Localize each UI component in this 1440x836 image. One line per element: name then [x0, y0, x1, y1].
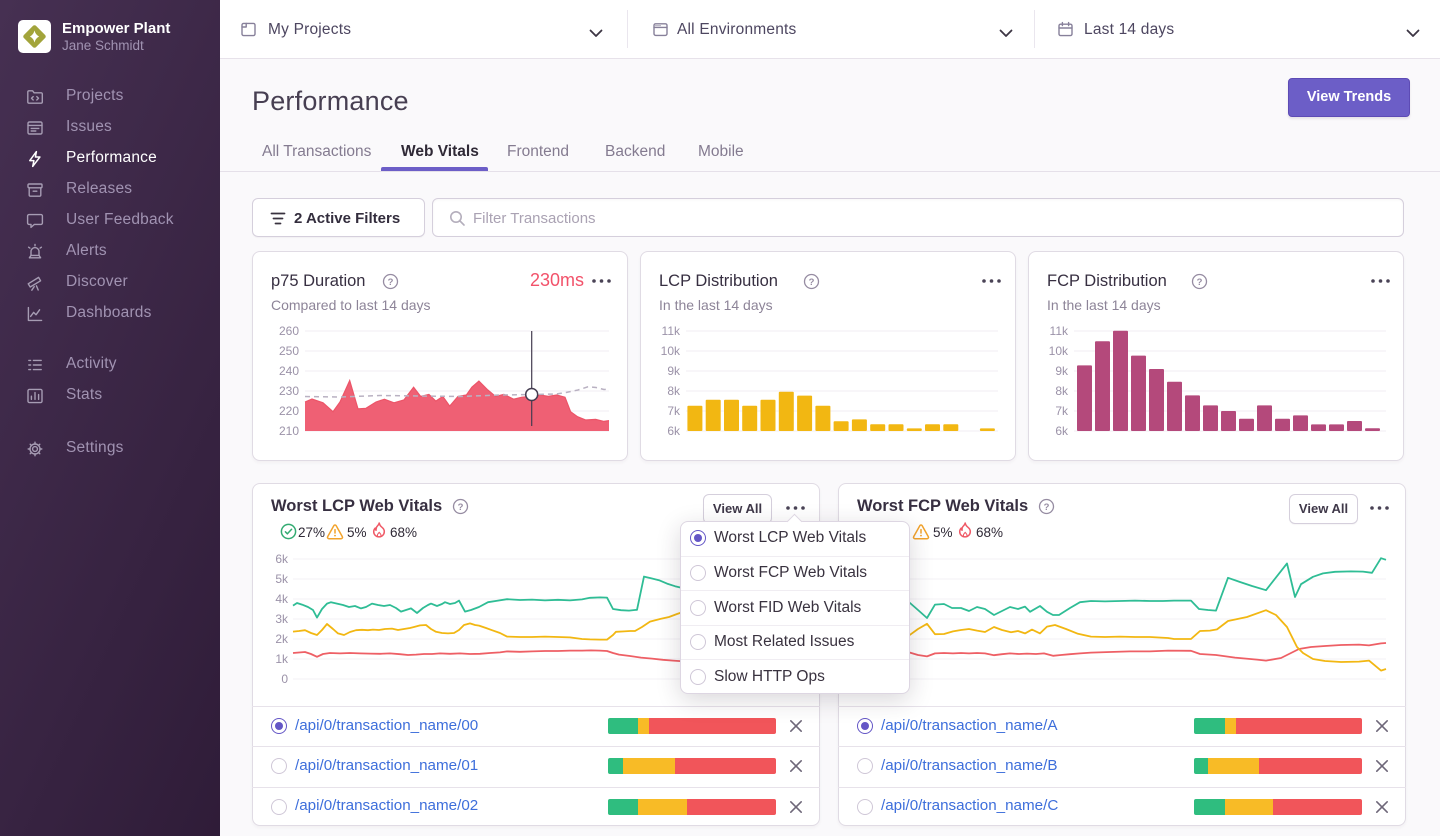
svg-text:7k: 7k	[667, 404, 681, 418]
svg-text:220: 220	[279, 404, 299, 418]
svg-text:6k: 6k	[275, 552, 289, 566]
svg-text:7k: 7k	[1055, 404, 1069, 418]
svg-text:10k: 10k	[1049, 344, 1069, 358]
svg-text:4k: 4k	[275, 592, 289, 606]
svg-text:?: ?	[1044, 502, 1050, 513]
svg-text:230: 230	[279, 384, 299, 398]
svg-text:8k: 8k	[667, 384, 681, 398]
svg-text:3k: 3k	[275, 612, 289, 626]
svg-text:?: ?	[458, 502, 464, 513]
svg-text:?: ?	[388, 277, 394, 288]
svg-text:1k: 1k	[275, 652, 289, 666]
svg-text:260: 260	[279, 324, 299, 338]
svg-text:9k: 9k	[1055, 364, 1069, 378]
svg-text:2k: 2k	[275, 632, 289, 646]
svg-text:6k: 6k	[1055, 424, 1069, 438]
svg-text:11k: 11k	[662, 324, 681, 338]
svg-text:240: 240	[279, 364, 299, 378]
svg-text:0: 0	[281, 672, 288, 686]
svg-text:11k: 11k	[1050, 324, 1069, 338]
svg-text:5k: 5k	[275, 572, 289, 586]
svg-text:6k: 6k	[667, 424, 681, 438]
svg-text:10k: 10k	[661, 344, 681, 358]
svg-text:250: 250	[279, 344, 299, 358]
svg-text:?: ?	[1197, 277, 1203, 288]
svg-text:210: 210	[279, 424, 299, 438]
svg-text:8k: 8k	[1055, 384, 1069, 398]
svg-text:9k: 9k	[667, 364, 681, 378]
svg-text:?: ?	[809, 277, 815, 288]
